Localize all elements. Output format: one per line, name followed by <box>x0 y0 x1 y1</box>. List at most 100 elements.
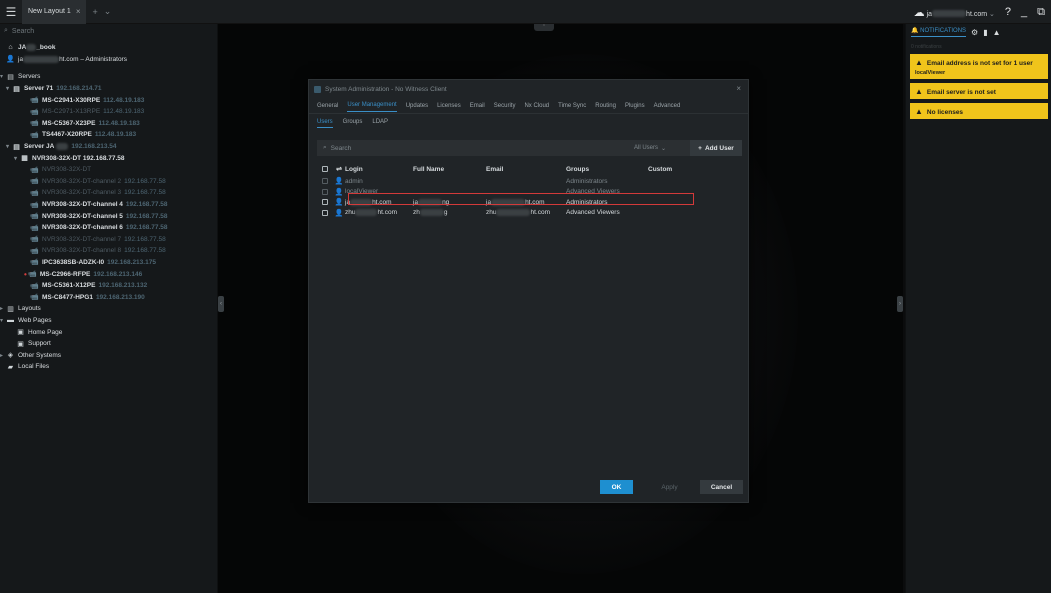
restore-button[interactable]: ⧉ <box>1037 6 1045 19</box>
tree-device[interactable]: 📹 MS-C2971-X13RPE 112.48.19.183 <box>0 106 217 118</box>
user-menu[interactable]: ☁ ja ht.com ⌄ <box>914 6 995 19</box>
tree-device[interactable]: 📹 MS-C2941-X30RPE 112.48.19.183 <box>0 94 217 106</box>
alert-dot-icon: • <box>24 269 27 279</box>
device-name: NVR308-32X-DT-channel 3 <box>42 189 122 197</box>
tree-search[interactable]: ⌕ Search <box>0 24 217 38</box>
user-icon: 👤 <box>6 56 15 64</box>
tree-current-account[interactable]: 👤 ja ht.com – Administrators <box>0 54 217 66</box>
table-row[interactable]: 👤 admin Administrators <box>317 176 742 187</box>
sort-icon[interactable]: ⇌ <box>333 165 345 173</box>
tree-other-systems[interactable]: ▸ ◈ Other Systems <box>0 349 217 361</box>
tree-nvr-channel[interactable]: 📹 NVR308-32X-DT-channel 3 192.168.77.58 <box>0 187 217 199</box>
tree-local-files[interactable]: ▰ Local Files <box>0 361 217 373</box>
apply-button[interactable]: Apply <box>653 480 686 494</box>
notification-item[interactable]: ▲ Email server is not set <box>910 83 1048 99</box>
tree-user-book-suffix: _book <box>36 44 56 52</box>
camera-icon: 📹 <box>30 213 39 221</box>
tree-device[interactable]: 📹 MS-C5361-X12PE 192.168.213.132 <box>0 280 217 292</box>
server-ja-devices: 📹 IPC3638SB-ADZK-I0 192.168.213.175 • 📹 MS-C2… <box>0 257 217 303</box>
user-suffix: ht.com <box>966 10 988 18</box>
add-user-button[interactable]: + Add User <box>690 140 742 156</box>
tab-nx-cloud[interactable]: Nx Cloud <box>524 103 549 109</box>
tab-updates[interactable]: Updates <box>406 103 428 109</box>
tree-nvr-channel[interactable]: 📹 NVR308-32X-DT-channel 2 192.168.77.58 <box>0 176 217 188</box>
tree-layouts-label: Layouts <box>18 305 41 313</box>
all-users-filter[interactable]: All Users ⌄ <box>634 140 666 156</box>
hamburger-icon[interactable]: ☰ <box>0 0 22 24</box>
title-bar-right: ☁ ja ht.com ⌄ ? _ ⧉ <box>914 0 1051 24</box>
user-icon: 👤 <box>334 188 344 196</box>
tab-licenses[interactable]: Licenses <box>437 103 461 109</box>
notification-item[interactable]: ▲ Email address is not set for 1 user loca… <box>910 54 1048 79</box>
tree-device[interactable]: 📹 TS4467-X20RPE 112.48.19.183 <box>0 129 217 141</box>
select-all-checkbox[interactable] <box>322 166 328 172</box>
tree-nvr-channel[interactable]: 📹 NVR308-32X-DT-channel 7 192.168.77.58 <box>0 234 217 246</box>
redacted-text <box>23 55 60 63</box>
help-button[interactable]: ? <box>1005 6 1011 18</box>
subtab-ldap[interactable]: LDAP <box>372 119 388 125</box>
camera-icon: 📹 <box>30 120 39 128</box>
row-checkbox[interactable] <box>322 178 328 185</box>
notification-item[interactable]: ▲ No licenses <box>910 103 1048 119</box>
tab-email[interactable]: Email <box>470 103 485 109</box>
tree-user-book[interactable]: ⌂ JA _book <box>0 42 217 54</box>
nvr-label: NVR308-32X-DT 192.168.77.58 <box>32 154 125 162</box>
device-name: MS-C8477-HPG1 <box>42 293 93 301</box>
tree-web-pages[interactable]: ▾ ▬ Web Pages <box>0 315 217 327</box>
column-groups[interactable]: Groups <box>566 166 648 173</box>
tree-nvr-channel[interactable]: 📹 NVR308-32X-DT <box>0 164 217 176</box>
column-full-name[interactable]: Full Name <box>413 166 486 173</box>
chevron-down-icon[interactable]: ⌄ <box>104 6 112 17</box>
tab-routing[interactable]: Routing <box>595 103 616 109</box>
tab-user-management[interactable]: User Management <box>347 102 397 112</box>
right-panel-toggle[interactable]: › <box>897 296 903 312</box>
tab-notifications[interactable]: 🔔 NOTIFICATIONS <box>911 27 967 37</box>
ok-button[interactable]: OK <box>600 480 633 494</box>
tree-device[interactable]: 📹 MS-C8477-HPG1 192.168.213.190 <box>0 291 217 303</box>
tree-device[interactable]: • 📹 MS-C2966-RFPE 192.168.213.146 <box>0 268 217 280</box>
tree-servers[interactable]: ▾ ▤ Servers <box>0 71 217 83</box>
column-login[interactable]: Login <box>345 166 413 173</box>
tree-server-71[interactable]: ▾ ▤ Server 71 192.168.214.71 <box>0 83 217 95</box>
row-checkbox[interactable] <box>322 188 328 195</box>
tree-nvr-channel[interactable]: 📹 NVR308-32X-DT-channel 6 192.168.77.58 <box>0 222 217 234</box>
column-custom[interactable]: Custom <box>648 166 708 173</box>
cell-login: admin <box>345 177 363 185</box>
column-email[interactable]: Email <box>486 166 566 173</box>
cancel-button[interactable]: Cancel <box>700 480 743 494</box>
table-row[interactable]: 👤 zhu ht.com zh g zhu ht.com Advanced Viewers <box>317 208 742 219</box>
warning-icon: ▲ <box>915 58 923 67</box>
left-panel-toggle[interactable]: ‹ <box>218 296 224 312</box>
tree-server-ja[interactable]: ▾ ▤ Server JA 192.168.213.54 <box>0 141 217 153</box>
folder-icon: ▰ <box>7 363 14 371</box>
tab-plugins[interactable]: Plugins <box>625 103 645 109</box>
motion-icon[interactable]: ⚙ <box>971 28 978 37</box>
layout-tab[interactable]: New Layout 1 × <box>22 0 87 24</box>
subtab-users[interactable]: Users <box>317 119 333 128</box>
tree-device[interactable]: 📹 MS-C5367-X23PE 112.48.19.183 <box>0 118 217 130</box>
server-ja-ip: 192.168.213.54 <box>71 143 117 151</box>
close-icon[interactable]: × <box>76 7 81 16</box>
row-checkbox[interactable] <box>322 209 328 216</box>
tree-nvr-channel[interactable]: 📹 NVR308-32X-DT-channel 8 192.168.77.58 <box>0 245 217 257</box>
bookmark-icon[interactable]: ▮ <box>983 28 987 37</box>
tree-home-page[interactable]: ▣ Home Page <box>0 326 217 338</box>
timeline-toggle-handle[interactable]: ⌃ <box>534 24 554 31</box>
tree-nvr-channel[interactable]: 📹 NVR308-32X-DT-channel 5 192.168.77.58 <box>0 210 217 222</box>
minimize-button[interactable]: _ <box>1021 6 1027 18</box>
tree-support[interactable]: ▣ Support <box>0 338 217 350</box>
warning-icon[interactable]: ▲ <box>993 28 1001 37</box>
subtab-groups[interactable]: Groups <box>343 119 363 125</box>
close-icon[interactable]: × <box>736 84 741 93</box>
tree-nvr-channel[interactable]: 📹 NVR308-32X-DT-channel 4 192.168.77.58 <box>0 199 217 211</box>
tree-device[interactable]: 📹 IPC3638SB-ADZK-I0 192.168.213.175 <box>0 257 217 269</box>
tab-general[interactable]: General <box>317 103 338 109</box>
tab-security[interactable]: Security <box>494 103 516 109</box>
tab-time-sync[interactable]: Time Sync <box>558 103 586 109</box>
tree-nvr[interactable]: ▾ ▦ NVR308-32X-DT 192.168.77.58 <box>0 152 217 164</box>
other-systems-icon: ◈ <box>7 352 14 360</box>
tab-advanced[interactable]: Advanced <box>654 103 681 109</box>
row-checkbox[interactable] <box>322 199 328 206</box>
add-tab-button[interactable]: + <box>92 7 97 17</box>
tree-layouts[interactable]: ▸ ▥ Layouts <box>0 303 217 315</box>
